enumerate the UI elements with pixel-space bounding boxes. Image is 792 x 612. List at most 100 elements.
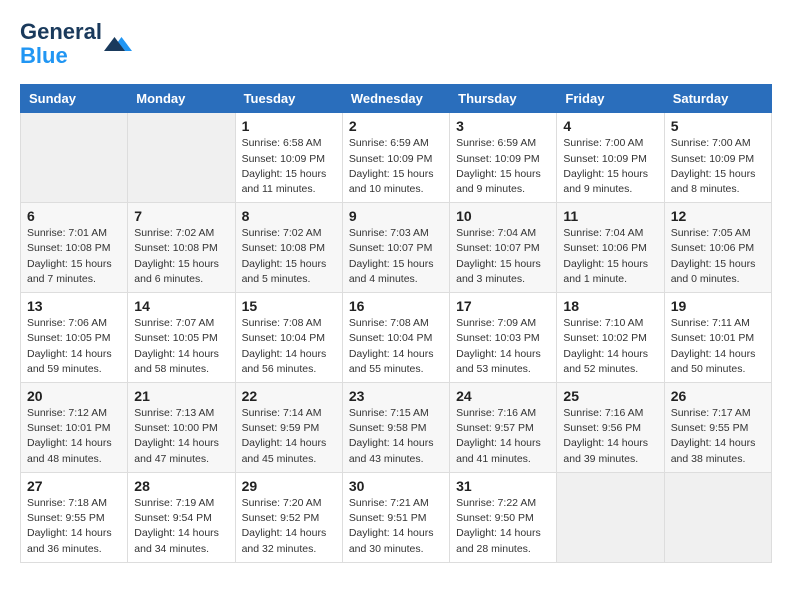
weekday-header-thursday: Thursday — [450, 85, 557, 113]
day-info: Sunrise: 7:07 AM Sunset: 10:05 PM Daylig… — [134, 316, 228, 377]
day-cell: 21Sunrise: 7:13 AM Sunset: 10:00 PM Dayl… — [128, 383, 235, 473]
day-cell: 1 Sunrise: 6:58 AM Sunset: 10:09 PM Dayli… — [235, 113, 342, 203]
day-info: Sunrise: 7:21 AM Sunset: 9:51 PM Dayligh… — [349, 496, 443, 557]
day-info: Sunrise: 7:04 AM Sunset: 10:07 PM Daylig… — [456, 226, 550, 287]
day-number: 21 — [134, 388, 228, 404]
day-info: Sunrise: 7:08 AM Sunset: 10:04 PM Daylig… — [242, 316, 336, 377]
day-number: 12 — [671, 208, 765, 224]
day-info: Sunrise: 7:17 AM Sunset: 9:55 PM Dayligh… — [671, 406, 765, 467]
day-info: Sunrise: 7:16 AM Sunset: 9:57 PM Dayligh… — [456, 406, 550, 467]
day-info: Sunrise: 7:14 AM Sunset: 9:59 PM Dayligh… — [242, 406, 336, 467]
day-cell: 25 Sunrise: 7:16 AM Sunset: 9:56 PM Dayli… — [557, 383, 664, 473]
weekday-header-monday: Monday — [128, 85, 235, 113]
day-number: 6 — [27, 208, 121, 224]
day-info: Sunrise: 7:11 AM Sunset: 10:01 PM Daylig… — [671, 316, 765, 377]
day-number: 10 — [456, 208, 550, 224]
day-info: Sunrise: 7:19 AM Sunset: 9:54 PM Dayligh… — [134, 496, 228, 557]
weekday-header-friday: Friday — [557, 85, 664, 113]
day-info: Sunrise: 7:01 AM Sunset: 10:08 PM Daylig… — [27, 226, 121, 287]
day-cell: 28 Sunrise: 7:19 AM Sunset: 9:54 PM Dayli… — [128, 472, 235, 562]
day-number: 8 — [242, 208, 336, 224]
day-info: Sunrise: 7:20 AM Sunset: 9:52 PM Dayligh… — [242, 496, 336, 557]
day-cell: 30Sunrise: 7:21 AM Sunset: 9:51 PM Dayli… — [342, 472, 449, 562]
page-header: GeneralBlue — [20, 20, 772, 68]
day-cell: 9 Sunrise: 7:03 AM Sunset: 10:07 PM Dayli… — [342, 203, 449, 293]
day-cell: 4 Sunrise: 7:00 AM Sunset: 10:09 PM Dayli… — [557, 113, 664, 203]
logo: GeneralBlue — [20, 20, 132, 68]
day-number: 26 — [671, 388, 765, 404]
day-number: 4 — [563, 118, 657, 134]
day-number: 14 — [134, 298, 228, 314]
weekday-header-row: SundayMondayTuesdayWednesdayThursdayFrid… — [21, 85, 772, 113]
day-cell: 6 Sunrise: 7:01 AM Sunset: 10:08 PM Dayli… — [21, 203, 128, 293]
day-number: 16 — [349, 298, 443, 314]
day-info: Sunrise: 7:16 AM Sunset: 9:56 PM Dayligh… — [563, 406, 657, 467]
day-number: 20 — [27, 388, 121, 404]
day-number: 5 — [671, 118, 765, 134]
day-cell: 20 Sunrise: 7:12 AM Sunset: 10:01 PM Dayl… — [21, 383, 128, 473]
day-info: Sunrise: 6:58 AM Sunset: 10:09 PM Daylig… — [242, 136, 336, 197]
day-info: Sunrise: 7:15 AM Sunset: 9:58 PM Dayligh… — [349, 406, 443, 467]
day-cell — [21, 113, 128, 203]
day-cell: 19 Sunrise: 7:11 AM Sunset: 10:01 PM Dayl… — [664, 293, 771, 383]
day-info: Sunrise: 7:02 AM Sunset: 10:08 PM Daylig… — [242, 226, 336, 287]
week-row-1: 1 Sunrise: 6:58 AM Sunset: 10:09 PM Dayli… — [21, 113, 772, 203]
day-cell: 3 Sunrise: 6:59 AM Sunset: 10:09 PM Dayli… — [450, 113, 557, 203]
day-cell: 23Sunrise: 7:15 AM Sunset: 9:58 PM Dayli… — [342, 383, 449, 473]
day-info: Sunrise: 7:06 AM Sunset: 10:05 PM Daylig… — [27, 316, 121, 377]
day-number: 22 — [242, 388, 336, 404]
day-cell — [128, 113, 235, 203]
day-number: 19 — [671, 298, 765, 314]
day-info: Sunrise: 7:04 AM Sunset: 10:06 PM Daylig… — [563, 226, 657, 287]
day-cell: 24 Sunrise: 7:16 AM Sunset: 9:57 PM Dayli… — [450, 383, 557, 473]
day-number: 18 — [563, 298, 657, 314]
day-number: 13 — [27, 298, 121, 314]
day-cell: 31 Sunrise: 7:22 AM Sunset: 9:50 PM Dayli… — [450, 472, 557, 562]
day-number: 15 — [242, 298, 336, 314]
weekday-header-sunday: Sunday — [21, 85, 128, 113]
day-number: 2 — [349, 118, 443, 134]
day-cell — [557, 472, 664, 562]
day-cell: 14 Sunrise: 7:07 AM Sunset: 10:05 PM Dayl… — [128, 293, 235, 383]
day-cell: 26 Sunrise: 7:17 AM Sunset: 9:55 PM Dayli… — [664, 383, 771, 473]
day-cell: 12 Sunrise: 7:05 AM Sunset: 10:06 PM Dayl… — [664, 203, 771, 293]
day-number: 7 — [134, 208, 228, 224]
logo-text: GeneralBlue — [20, 20, 102, 68]
day-cell: 29 Sunrise: 7:20 AM Sunset: 9:52 PM Dayli… — [235, 472, 342, 562]
day-cell: 22 Sunrise: 7:14 AM Sunset: 9:59 PM Dayli… — [235, 383, 342, 473]
day-number: 17 — [456, 298, 550, 314]
day-cell: 2 Sunrise: 6:59 AM Sunset: 10:09 PM Dayli… — [342, 113, 449, 203]
day-info: Sunrise: 7:22 AM Sunset: 9:50 PM Dayligh… — [456, 496, 550, 557]
day-info: Sunrise: 7:09 AM Sunset: 10:03 PM Daylig… — [456, 316, 550, 377]
day-info: Sunrise: 7:02 AM Sunset: 10:08 PM Daylig… — [134, 226, 228, 287]
day-number: 1 — [242, 118, 336, 134]
weekday-header-wednesday: Wednesday — [342, 85, 449, 113]
day-number: 3 — [456, 118, 550, 134]
day-info: Sunrise: 7:00 AM Sunset: 10:09 PM Daylig… — [563, 136, 657, 197]
logo-icon — [104, 30, 132, 58]
week-row-2: 6 Sunrise: 7:01 AM Sunset: 10:08 PM Dayli… — [21, 203, 772, 293]
day-number: 9 — [349, 208, 443, 224]
weekday-header-tuesday: Tuesday — [235, 85, 342, 113]
day-info: Sunrise: 7:10 AM Sunset: 10:02 PM Daylig… — [563, 316, 657, 377]
day-number: 11 — [563, 208, 657, 224]
day-number: 29 — [242, 478, 336, 494]
day-number: 31 — [456, 478, 550, 494]
week-row-5: 27Sunrise: 7:18 AM Sunset: 9:55 PM Dayli… — [21, 472, 772, 562]
day-info: Sunrise: 7:18 AM Sunset: 9:55 PM Dayligh… — [27, 496, 121, 557]
day-info: Sunrise: 6:59 AM Sunset: 10:09 PM Daylig… — [456, 136, 550, 197]
day-number: 24 — [456, 388, 550, 404]
day-cell: 16Sunrise: 7:08 AM Sunset: 10:04 PM Dayl… — [342, 293, 449, 383]
day-info: Sunrise: 7:12 AM Sunset: 10:01 PM Daylig… — [27, 406, 121, 467]
weekday-header-saturday: Saturday — [664, 85, 771, 113]
calendar-table: SundayMondayTuesdayWednesdayThursdayFrid… — [20, 84, 772, 562]
day-info: Sunrise: 7:03 AM Sunset: 10:07 PM Daylig… — [349, 226, 443, 287]
day-number: 28 — [134, 478, 228, 494]
logo-blue: Blue — [20, 43, 68, 68]
day-cell: 18 Sunrise: 7:10 AM Sunset: 10:02 PM Dayl… — [557, 293, 664, 383]
day-number: 25 — [563, 388, 657, 404]
day-cell: 17 Sunrise: 7:09 AM Sunset: 10:03 PM Dayl… — [450, 293, 557, 383]
day-cell — [664, 472, 771, 562]
day-info: Sunrise: 7:05 AM Sunset: 10:06 PM Daylig… — [671, 226, 765, 287]
day-info: Sunrise: 6:59 AM Sunset: 10:09 PM Daylig… — [349, 136, 443, 197]
